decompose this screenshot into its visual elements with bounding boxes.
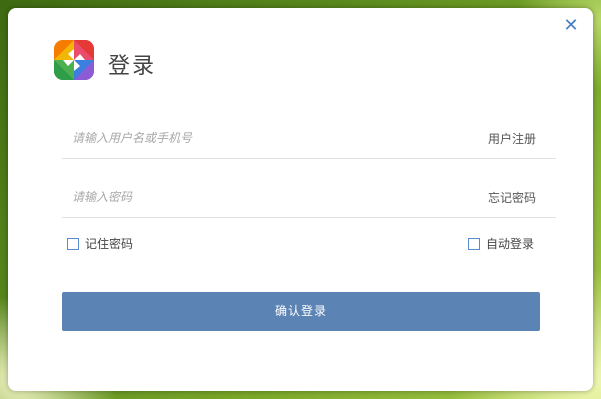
auto-login-box[interactable] [468, 237, 480, 250]
pinwheel-logo-icon [54, 40, 94, 80]
username-input[interactable] [70, 126, 454, 150]
remember-password-checkbox[interactable]: 记住密码 [67, 235, 133, 252]
password-field-row: 忘记密码 [62, 177, 556, 218]
login-submit-button[interactable]: 确认登录 [62, 292, 540, 331]
close-button[interactable]: ✕ [561, 16, 581, 36]
remember-password-box[interactable] [67, 237, 79, 250]
login-dialog: ✕ 登录 请输入用户名或手机号 用户注册 忘记密码 记住密码 自动登录 确认登录 [8, 8, 593, 391]
close-icon: ✕ [563, 15, 579, 36]
auto-login-checkbox[interactable]: 自动登录 [468, 235, 534, 252]
page-title: 登录 [108, 54, 157, 79]
register-link[interactable]: 用户注册 [488, 130, 536, 147]
password-input[interactable] [70, 185, 454, 209]
username-field-row: 用户注册 [62, 118, 556, 159]
forgot-password-link[interactable]: 忘记密码 [488, 189, 536, 206]
auto-login-label: 自动登录 [486, 237, 535, 251]
remember-password-label: 记住密码 [85, 237, 134, 251]
